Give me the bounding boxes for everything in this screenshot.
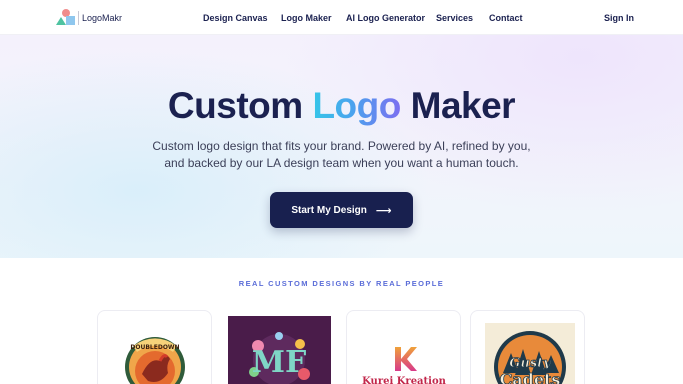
nav-services[interactable]: Services <box>436 13 473 23</box>
card-2-caption: MF <box>252 345 307 380</box>
title-accent: Logo <box>312 85 401 126</box>
site-header: LogoMakr Design Canvas Logo Maker AI Log… <box>0 0 683 35</box>
showcase-label: REAL CUSTOM DESIGNS BY REAL PEOPLE <box>238 279 445 288</box>
hero-subtitle: Custom logo design that fits your brand.… <box>0 138 683 172</box>
nav-logo-maker[interactable]: Logo Maker <box>281 13 332 23</box>
start-design-button[interactable]: Start My Design ⟶ <box>270 192 413 228</box>
showcase-card-mf[interactable]: MF <box>221 310 336 384</box>
rooster-logo-image: DOUBLEDOWN <box>125 337 185 384</box>
nav-design-canvas[interactable]: Design Canvas <box>203 13 268 23</box>
nav-ai-logo-generator[interactable]: AI Logo Generator <box>346 13 425 23</box>
logo-shapes-icon <box>56 9 76 27</box>
floral-monogram-image: MF <box>228 316 331 384</box>
logo-divider <box>78 11 79 25</box>
sign-in-link[interactable]: Sign In <box>604 13 634 23</box>
showcase-card-gusty-cadets[interactable]: Gusty Cadets <box>470 310 585 384</box>
arrow-right-icon: ⟶ <box>375 204 392 217</box>
card-4-caption-line2: Cadets <box>500 370 561 384</box>
gusty-cadets-logo-image: Gusty Cadets <box>485 323 575 384</box>
nav-contact[interactable]: Contact <box>489 13 523 23</box>
page-title: Custom Logo Maker <box>0 85 683 127</box>
hero-subtitle-line2: and backed by our LA design team when yo… <box>164 156 519 170</box>
title-part2: Maker <box>410 85 516 126</box>
card-1-caption: DOUBLEDOWN <box>130 344 179 351</box>
brand-name: LogoMakr <box>82 13 123 23</box>
card-4-caption-line1: Gusty <box>509 356 552 371</box>
kurei-kreation-logo-image: Kurei Kreation <box>362 347 447 384</box>
hero-section: Custom Logo Maker Custom logo design tha… <box>0 35 683 258</box>
hero-subtitle-line1: Custom logo design that fits your brand.… <box>152 139 531 153</box>
showcase-card-doubledown[interactable]: DOUBLEDOWN <box>97 310 212 384</box>
showcase-card-kurei-kreation[interactable]: Kurei Kreation <box>346 310 461 384</box>
card-3-caption: Kurei Kreation <box>362 376 447 384</box>
title-part1: Custom <box>167 85 303 126</box>
brand-logo[interactable]: LogoMakr <box>56 9 122 27</box>
start-design-label: Start My Design <box>291 204 367 216</box>
